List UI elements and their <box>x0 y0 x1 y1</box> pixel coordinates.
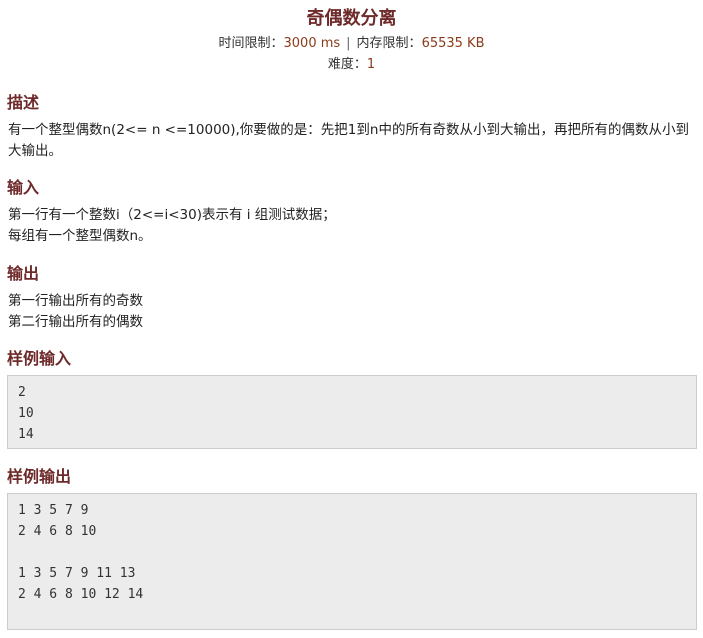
sample-output-line: 1 3 5 7 9 11 13 <box>18 566 136 581</box>
sample-output-heading: 样例输出 <box>7 467 72 486</box>
sample-output-section: 样例输出 1 3 5 7 9 2 4 6 8 10 1 3 5 7 9 11 1… <box>7 466 697 630</box>
sample-input-box[interactable]: 2 10 14 <box>7 375 697 449</box>
description-text: 有一个整型偶数n(2<= n <=10000),你要做的是：先把1到n中的所有奇… <box>8 122 689 159</box>
difficulty-value: 1 <box>366 57 376 72</box>
sample-output-line: 2 4 6 8 10 12 14 <box>18 587 144 602</box>
sample-input-line: 2 <box>18 385 26 400</box>
input-section: 输入 第一行有一个整数i（2<=i<30)表示有 i 组测试数据； 每组有一个整… <box>7 177 697 247</box>
memory-limit-label: 内存限制： <box>356 36 422 51</box>
input-heading: 输入 <box>7 178 40 197</box>
difficulty-label: 难度： <box>327 57 367 72</box>
description-heading: 描述 <box>7 93 40 112</box>
problem-page: 奇偶数分离 时间限制：3000 ms | 内存限制：65535 KB 难度：1 描述… <box>0 0 703 638</box>
description-section: 描述 有一个整型偶数n(2<= n <=10000),你要做的是：先把1到n中的… <box>7 92 697 162</box>
output-line: 第二行输出所有的偶数 <box>8 314 143 330</box>
output-section: 输出 第一行输出所有的奇数 第二行输出所有的偶数 <box>7 263 697 333</box>
sample-input-heading: 样例输入 <box>7 349 72 368</box>
sample-output-line <box>18 542 686 563</box>
time-limit-value: 3000 ms <box>283 36 341 51</box>
sample-input-line: 10 <box>18 406 34 421</box>
limits-separator: | <box>346 36 351 51</box>
output-line: 第一行输出所有的奇数 <box>8 293 143 309</box>
sample-output-line: 1 3 5 7 9 <box>18 503 89 518</box>
problem-title: 奇偶数分离 <box>306 8 397 29</box>
sample-input-section: 样例输入 2 10 14 <box>7 348 697 449</box>
difficulty-line: 难度：1 <box>6 55 697 75</box>
input-line: 第一行有一个整数i（2<=i<30)表示有 i 组测试数据； <box>8 207 336 223</box>
sample-input-line: 14 <box>18 427 34 442</box>
output-text: 第一行输出所有的奇数 第二行输出所有的偶数 <box>7 291 697 333</box>
sample-output-box[interactable]: 1 3 5 7 9 2 4 6 8 10 1 3 5 7 9 11 13 2 4… <box>7 493 697 630</box>
limits-line: 时间限制：3000 ms | 内存限制：65535 KB <box>6 34 697 54</box>
time-limit-label: 时间限制： <box>218 36 284 51</box>
output-heading: 输出 <box>7 264 40 283</box>
memory-limit-value: 65535 KB <box>421 36 485 51</box>
input-text: 第一行有一个整数i（2<=i<30)表示有 i 组测试数据； 每组有一个整型偶数… <box>7 205 697 247</box>
sample-output-line: 2 4 6 8 10 <box>18 524 97 539</box>
input-line: 每组有一个整型偶数n。 <box>8 228 152 244</box>
